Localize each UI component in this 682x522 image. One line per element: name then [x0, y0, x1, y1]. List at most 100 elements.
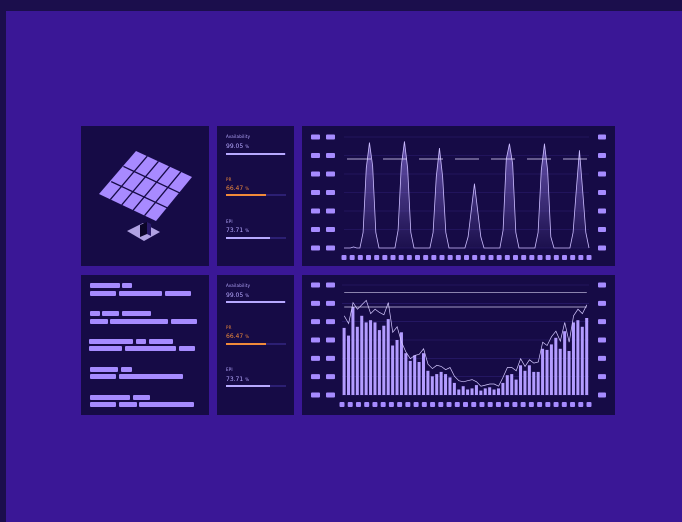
x-tick-label	[545, 402, 551, 407]
bar	[496, 388, 500, 395]
x-tick-label	[570, 255, 576, 260]
bar	[444, 374, 448, 395]
x-tick-label	[380, 402, 386, 407]
x-tick-label	[339, 402, 345, 407]
x-tick-label	[528, 402, 534, 407]
series-line	[344, 141, 590, 249]
x-tick-label	[374, 255, 380, 260]
x-tick-label	[496, 255, 502, 260]
x-tick-label	[545, 255, 551, 260]
bar	[417, 362, 421, 395]
y-tick-label-right	[598, 319, 606, 325]
bar	[466, 389, 470, 395]
x-tick-label	[464, 255, 469, 260]
x-tick-label	[495, 402, 501, 407]
x-tick-label	[562, 255, 567, 260]
y-tick-label-left	[311, 355, 320, 361]
y-tick-label-left-2	[326, 153, 335, 158]
series-area	[344, 141, 589, 248]
x-tick-label	[586, 255, 592, 260]
x-tick-label	[357, 255, 363, 260]
kpi-progress-bar	[226, 153, 286, 155]
x-tick-label	[578, 402, 584, 407]
x-tick-label	[398, 255, 404, 260]
y-tick-label-right	[598, 245, 606, 251]
y-tick-label-right	[598, 374, 606, 380]
x-tick-label	[341, 255, 347, 260]
bar	[571, 322, 575, 395]
kpi-label: PR	[226, 177, 232, 182]
x-tick-label	[430, 402, 436, 407]
x-tick-label	[479, 402, 485, 407]
kpi-panel-bottom: Availability 99.05% PR 66.47% EPI 73.71%	[217, 275, 294, 415]
bar	[435, 374, 439, 395]
y-tick-label-left	[311, 245, 320, 251]
bar	[519, 365, 523, 395]
y-tick-label-left	[311, 153, 320, 158]
x-tick-label	[423, 255, 429, 260]
generation-area-chart	[311, 134, 606, 260]
kpi-progress-bar	[226, 301, 286, 303]
bar	[408, 360, 412, 395]
top-bar	[0, 0, 682, 11]
y-tick-label-right	[598, 208, 606, 214]
y-tick-label-left-2	[326, 282, 335, 288]
y-tick-label-right	[598, 355, 606, 361]
bar	[479, 390, 483, 395]
bar	[523, 370, 527, 395]
bar	[430, 376, 434, 395]
bar	[391, 345, 395, 395]
y-tick-label-left	[311, 319, 320, 325]
bar	[470, 388, 474, 395]
x-tick-label	[413, 402, 419, 407]
y-tick-label-right	[598, 392, 606, 398]
y-tick-label-left-2	[326, 374, 335, 380]
y-tick-label-left-2	[326, 355, 335, 361]
bar	[488, 387, 492, 395]
bar	[452, 382, 456, 395]
kpi-progress-bar	[226, 237, 286, 239]
y-tick-label-left-2	[326, 190, 335, 195]
kpi-value: 73.71%	[226, 376, 249, 383]
x-tick-label	[364, 402, 370, 407]
x-tick-label	[397, 402, 403, 407]
x-tick-label	[513, 255, 518, 260]
x-tick-label	[504, 255, 510, 260]
y-tick-label-left	[311, 337, 320, 343]
y-tick-label-right	[598, 300, 606, 306]
y-tick-label-left	[311, 392, 320, 398]
bar	[373, 322, 377, 395]
x-tick-label	[487, 402, 493, 407]
y-tick-label-left	[311, 171, 320, 177]
bar	[342, 327, 346, 395]
x-tick-label	[355, 402, 361, 407]
bar	[404, 353, 408, 395]
kpi-value: 99.05%	[226, 143, 249, 150]
bar	[532, 371, 536, 395]
bar	[395, 340, 399, 395]
bar	[554, 337, 558, 395]
x-tick-label	[415, 255, 420, 260]
y-tick-label-left-2	[326, 227, 335, 232]
y-tick-label-left-2	[326, 337, 335, 343]
x-tick-label	[553, 402, 559, 407]
kpi-value: 73.71%	[226, 227, 249, 234]
x-tick-label	[504, 402, 510, 407]
kpi-label: EPI	[226, 367, 233, 372]
kpi-progress-bar	[226, 385, 286, 387]
x-tick-label	[529, 255, 535, 260]
kpi-value: 66.47%	[226, 333, 249, 340]
y-tick-label-left	[311, 300, 320, 306]
x-tick-label	[512, 402, 518, 407]
x-tick-label	[570, 402, 576, 407]
bar	[501, 382, 505, 395]
bar	[369, 320, 373, 395]
bar	[386, 319, 390, 395]
y-tick-label-right	[598, 153, 606, 158]
x-tick-label	[472, 255, 478, 260]
kpi-panel-top: Availability 99.05% PR 66.47% EPI 73.71%	[217, 126, 294, 266]
x-tick-label	[349, 255, 355, 260]
x-tick-label	[438, 402, 444, 407]
x-tick-label	[439, 255, 445, 260]
x-tick-label	[390, 255, 396, 260]
